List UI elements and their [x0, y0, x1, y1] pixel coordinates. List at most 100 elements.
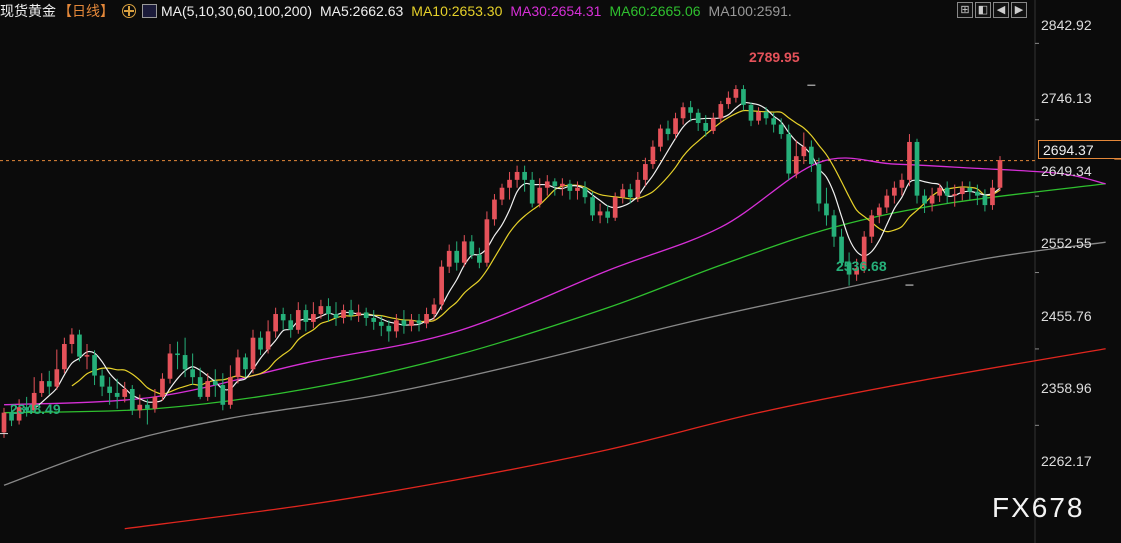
- ma60-value: MA60:2665.06: [609, 3, 701, 19]
- candle-body: [348, 310, 354, 316]
- candle-body: [688, 107, 693, 113]
- candle-body: [145, 404, 150, 409]
- candle-body: [869, 215, 875, 237]
- candle-body: [809, 146, 814, 165]
- candle-body: [567, 183, 573, 191]
- candle-body: [363, 312, 369, 318]
- instrument-name[interactable]: 现货黄金: [0, 1, 56, 21]
- next-icon[interactable]: ▶: [1011, 2, 1027, 18]
- candle-body: [741, 89, 746, 105]
- candle-body: [514, 171, 520, 180]
- layout-icon[interactable]: ◧: [975, 2, 991, 18]
- candle-body: [129, 388, 135, 411]
- candle-body: [673, 118, 678, 135]
- candle-body: [929, 195, 935, 204]
- candle-body: [635, 179, 641, 198]
- candle-body: [431, 304, 437, 315]
- ma5-value: MA5:2662.63: [320, 3, 404, 19]
- candle-body: [695, 112, 701, 124]
- candle-body: [650, 146, 656, 165]
- chart-stage: 现货黄金 【日线】 MA(5,10,30,60,100,200) MA5:266…: [0, 0, 1121, 543]
- y-tick-3: 2552.55: [1041, 235, 1092, 251]
- candle-body: [884, 195, 890, 208]
- candle-body: [944, 187, 950, 196]
- candle-body: [62, 344, 67, 370]
- candle-body: [710, 118, 716, 131]
- candle-body: [620, 189, 626, 198]
- ma10-value: MA10:2653.30: [411, 3, 503, 19]
- candle-body: [341, 310, 346, 318]
- candle-body: [582, 187, 588, 198]
- y-tick-5: 2358.96: [1041, 380, 1092, 396]
- candle-body: [907, 141, 912, 180]
- y-tick-4: 2455.76: [1041, 308, 1092, 324]
- candle-body: [703, 123, 709, 131]
- y-tick-0: 2842.92: [1041, 17, 1092, 33]
- candle-body: [378, 321, 384, 326]
- candlestick-chart[interactable]: [0, 0, 1121, 543]
- candle-body: [401, 320, 407, 326]
- candle-body: [107, 386, 112, 393]
- candle-body: [333, 314, 339, 318]
- candle-body: [99, 375, 105, 387]
- candle-body: [876, 207, 882, 216]
- candle-body: [824, 203, 829, 216]
- y-tick-6: 2262.17: [1041, 453, 1092, 469]
- ma5-line: [33, 101, 1001, 410]
- candle-body: [152, 396, 158, 409]
- high-annotation: 2789.95: [749, 49, 800, 65]
- candle-body: [597, 211, 603, 216]
- candle-body: [522, 171, 527, 180]
- candle-body: [295, 310, 301, 330]
- candle-body: [733, 89, 739, 98]
- chart-toolbar: ⊞ ◧ ◀ ▶: [957, 2, 1027, 18]
- candle-body: [409, 320, 414, 326]
- candle-body: [235, 357, 241, 378]
- candle-body: [544, 181, 550, 188]
- candle-body: [590, 197, 595, 216]
- candle-body: [280, 314, 286, 321]
- candle-body: [288, 320, 294, 330]
- candle-body: [763, 111, 769, 119]
- candle-body: [484, 219, 490, 263]
- period-label[interactable]: 【日线】: [58, 1, 114, 21]
- candle-body: [54, 369, 60, 387]
- candle-body: [997, 160, 1003, 188]
- candle-body: [243, 357, 248, 370]
- candle-body: [990, 187, 995, 206]
- add-study-icon[interactable]: [122, 4, 136, 18]
- ma100-value: MA100:2591.: [708, 3, 792, 19]
- candle-body: [273, 314, 278, 332]
- y-tick-1: 2746.13: [1041, 90, 1092, 106]
- candle-body: [831, 215, 837, 237]
- candle-body: [311, 314, 316, 322]
- candle-body: [77, 334, 82, 357]
- candle-body: [575, 187, 580, 191]
- candle-body: [658, 128, 663, 147]
- study-label[interactable]: MA(5,10,30,60,100,200): [161, 3, 312, 19]
- candle-body: [39, 381, 45, 393]
- prev-icon[interactable]: ◀: [993, 2, 1009, 18]
- candle-body: [778, 124, 784, 135]
- candle-body: [605, 211, 610, 218]
- candle-body: [160, 378, 165, 397]
- candle-body: [469, 241, 475, 255]
- candle-body: [137, 404, 143, 411]
- candle-body: [69, 334, 75, 345]
- candle-body: [937, 187, 942, 196]
- candle-body: [756, 111, 761, 121]
- candle-body: [816, 164, 822, 204]
- candle-body: [959, 187, 965, 195]
- candle-body: [326, 306, 331, 315]
- fullscreen-icon[interactable]: ⊞: [957, 2, 973, 18]
- candle-body: [220, 385, 226, 405]
- candle-body: [265, 331, 271, 350]
- candle-body: [84, 355, 90, 357]
- indicator-settings-icon[interactable]: [142, 4, 157, 18]
- candle-body: [416, 320, 422, 324]
- left-low-annotation: 2348.49: [10, 401, 61, 417]
- low-annotation: 2536.68: [836, 258, 887, 274]
- candle-body: [114, 392, 120, 397]
- candle-body: [454, 250, 460, 263]
- candle-body: [552, 181, 558, 187]
